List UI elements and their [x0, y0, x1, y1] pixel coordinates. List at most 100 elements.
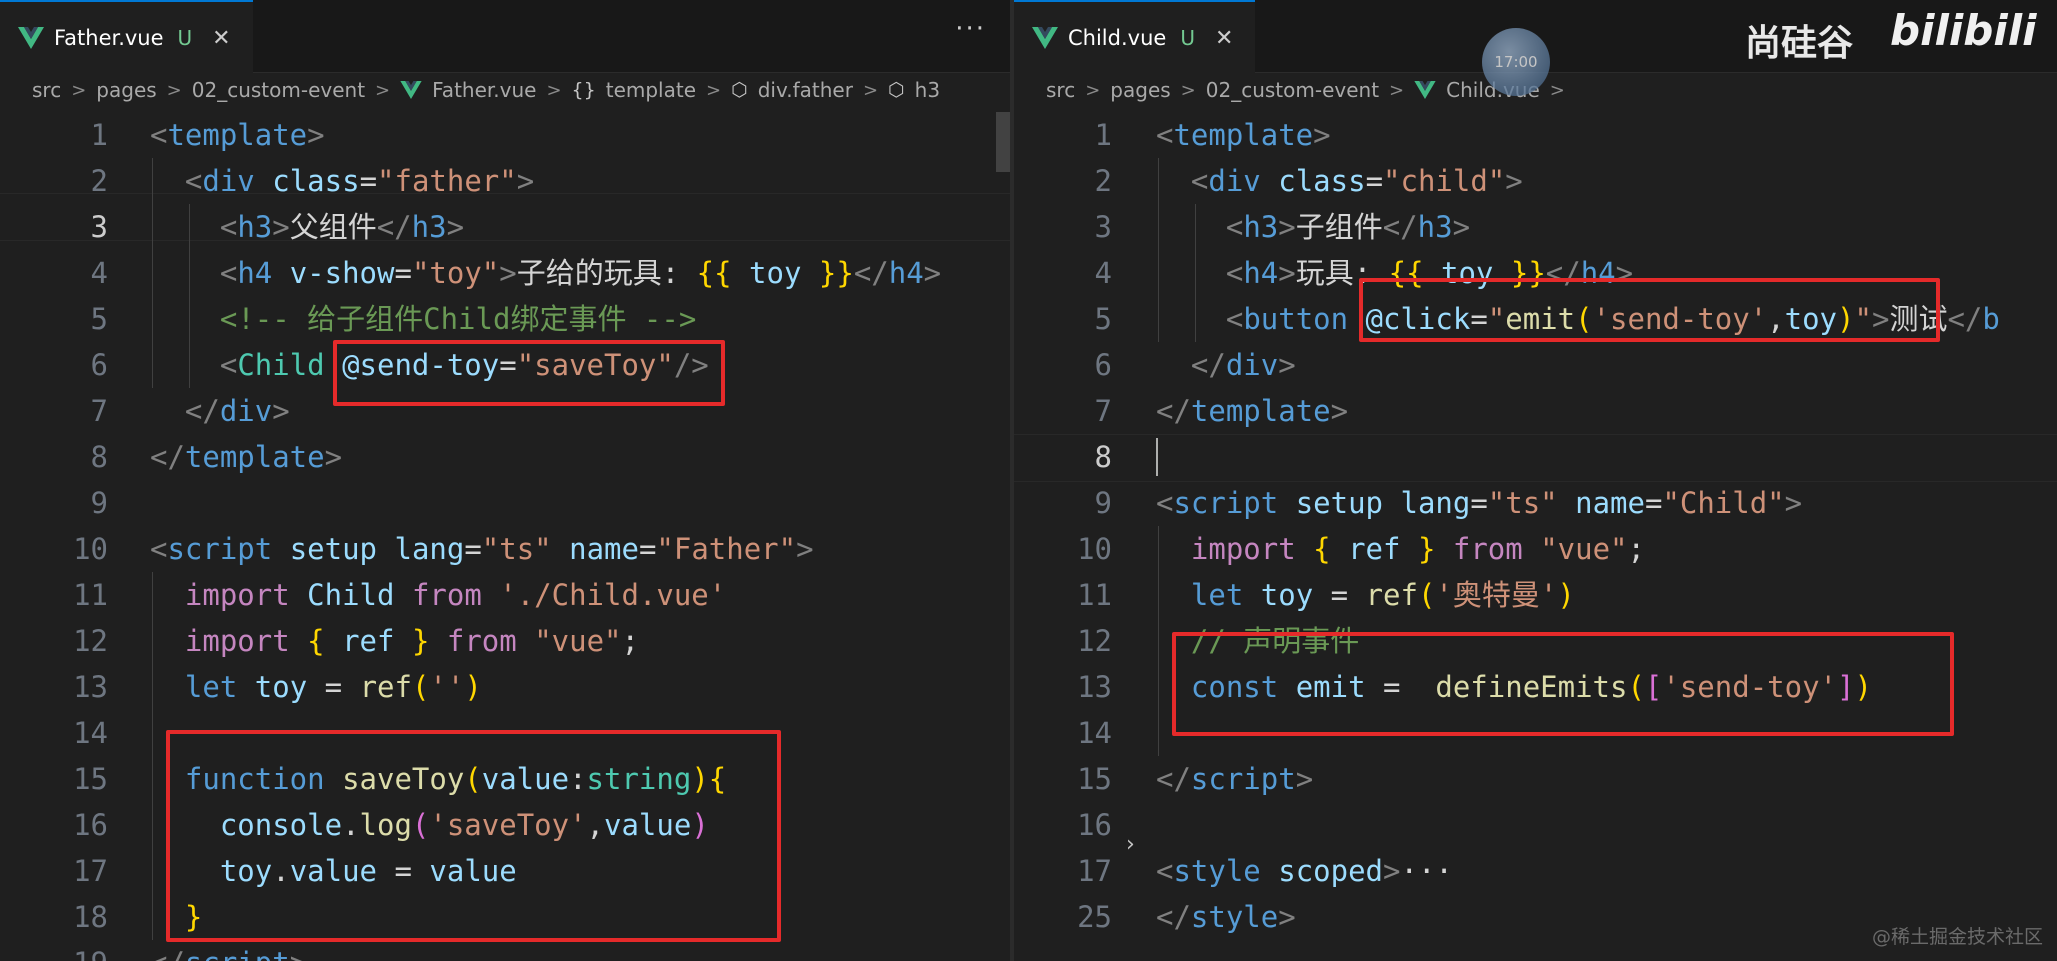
- editor-pane-father[interactable]: Father.vue U ✕ ··· src > pages > 02_cust…: [0, 0, 1010, 961]
- code-text[interactable]: let toy = ref('奥特曼'): [1156, 572, 1575, 618]
- code-text[interactable]: </div>: [1156, 342, 1296, 388]
- breadcrumb-item[interactable]: 02_custom-event: [1206, 78, 1379, 102]
- close-icon[interactable]: ✕: [1215, 26, 1233, 51]
- tab-father-vue[interactable]: Father.vue U ✕: [0, 0, 253, 74]
- line-number: 5: [90, 302, 108, 336]
- breadcrumb-item[interactable]: Father.vue: [432, 78, 536, 102]
- breadcrumb-item[interactable]: div.father: [758, 78, 853, 102]
- breadcrumb-item[interactable]: template: [606, 78, 696, 102]
- code-text[interactable]: <div class="child">: [1156, 158, 1523, 204]
- code-text[interactable]: <template>: [150, 112, 325, 158]
- code-text[interactable]: let toy = ref(''): [150, 664, 482, 710]
- code-token: <: [219, 210, 238, 244]
- code-token: h3: [237, 210, 273, 244]
- code-text[interactable]: <div class="father">: [150, 158, 534, 204]
- code-token: </: [1190, 348, 1226, 382]
- code-text[interactable]: <template>: [1156, 112, 1331, 158]
- code-token: >: [1784, 486, 1803, 520]
- code-token: <: [1225, 302, 1244, 336]
- line-number: 15: [73, 762, 108, 796]
- code-token: ref: [1365, 578, 1418, 612]
- code-token: "child": [1383, 164, 1506, 198]
- code-text[interactable]: </script>: [150, 940, 307, 961]
- line-number: 6: [90, 348, 108, 382]
- breadcrumb-item[interactable]: pages: [1110, 78, 1170, 102]
- code-text[interactable]: import Child from './Child.vue': [150, 572, 726, 618]
- code-token: ref: [342, 624, 395, 658]
- fold-chevron-icon[interactable]: ›: [1126, 832, 1135, 857]
- code-token: </: [150, 440, 185, 474]
- code-token: >: [1330, 394, 1349, 428]
- line-number: 14: [1077, 716, 1112, 750]
- breadcrumb-item[interactable]: pages: [96, 78, 156, 102]
- code-token: "Father": [656, 532, 797, 566]
- code-editor[interactable]: › 1 <template> 2 <div class="child"> 3 <h3>…: [1014, 112, 2057, 961]
- code-token: <: [1156, 854, 1174, 888]
- code-token: script: [1190, 762, 1296, 796]
- more-actions-button[interactable]: ···: [955, 14, 986, 44]
- code-token: lang: [394, 532, 465, 566]
- code-text[interactable]: <style scoped>···: [1156, 848, 1453, 894]
- code-text[interactable]: </template>: [150, 434, 342, 480]
- code-token: </: [1156, 394, 1191, 428]
- code-token: <: [1190, 164, 1209, 198]
- code-text[interactable]: </div>: [150, 388, 290, 434]
- tab-child-vue[interactable]: Child.vue U ✕: [1014, 0, 1256, 74]
- code-token: }: [411, 624, 430, 658]
- code-text[interactable]: </template>: [1156, 388, 1348, 434]
- line-number: 12: [1077, 624, 1112, 658]
- code-token: ref: [1348, 532, 1401, 566]
- breadcrumb-item[interactable]: src: [1046, 78, 1075, 102]
- close-icon[interactable]: ✕: [212, 26, 230, 51]
- code-token: h3: [1243, 210, 1279, 244]
- code-text[interactable]: import { ref } from "vue";: [1156, 526, 1645, 572]
- code-text[interactable]: <h3>子组件</h3>: [1156, 204, 1470, 250]
- code-token: >: [307, 118, 325, 152]
- editor-pane-child[interactable]: Child.vue U ✕ src > pages > 02_custom-ev…: [1014, 0, 2057, 961]
- line-number: 5: [1094, 302, 1112, 336]
- tab-modified-badge: U: [177, 26, 193, 50]
- line-number: 3: [90, 210, 108, 244]
- line-number: 19: [0, 940, 108, 961]
- code-token: scoped: [1278, 854, 1384, 888]
- code-text[interactable]: <script setup lang="ts" name="Child">: [1156, 480, 1802, 526]
- code-token: style: [1173, 854, 1261, 888]
- code-text[interactable]: </script>: [1156, 756, 1313, 802]
- scrollbar[interactable]: [996, 112, 1010, 172]
- code-token: "ts": [481, 532, 552, 566]
- code-text[interactable]: import { ref } from "vue";: [150, 618, 639, 664]
- code-token: let: [1190, 578, 1244, 612]
- code-token: b: [1982, 302, 2000, 336]
- code-text[interactable]: <script setup lang="ts" name="Father">: [150, 526, 814, 572]
- code-text[interactable]: <h4 v-show="toy">子给的玩具: {{ toy }}</h4>: [150, 250, 941, 296]
- chevron-right-icon: >: [375, 79, 391, 101]
- code-token: div: [202, 164, 255, 198]
- code-token: 子组件: [1295, 210, 1383, 244]
- highlight-box-send-toy: [333, 340, 725, 406]
- code-text[interactable]: <h3>父组件</h3>: [150, 204, 464, 250]
- code-token: >: [1295, 762, 1314, 796]
- chevron-right-icon: >: [862, 79, 879, 101]
- breadcrumb-item[interactable]: 02_custom-event: [192, 78, 365, 102]
- breadcrumb-item[interactable]: src: [32, 78, 61, 102]
- code-text[interactable]: <!-- 给子组件Child绑定事件 -->: [150, 296, 696, 342]
- code-text[interactable]: </style>: [1156, 894, 1296, 940]
- code-token: >: [446, 210, 465, 244]
- code-token: >: [516, 164, 535, 198]
- line-number: 7: [1094, 394, 1112, 428]
- breadcrumb-item[interactable]: h3: [915, 78, 940, 102]
- code-token: button: [1243, 302, 1349, 336]
- highlight-box-savetoy-function: [166, 730, 781, 942]
